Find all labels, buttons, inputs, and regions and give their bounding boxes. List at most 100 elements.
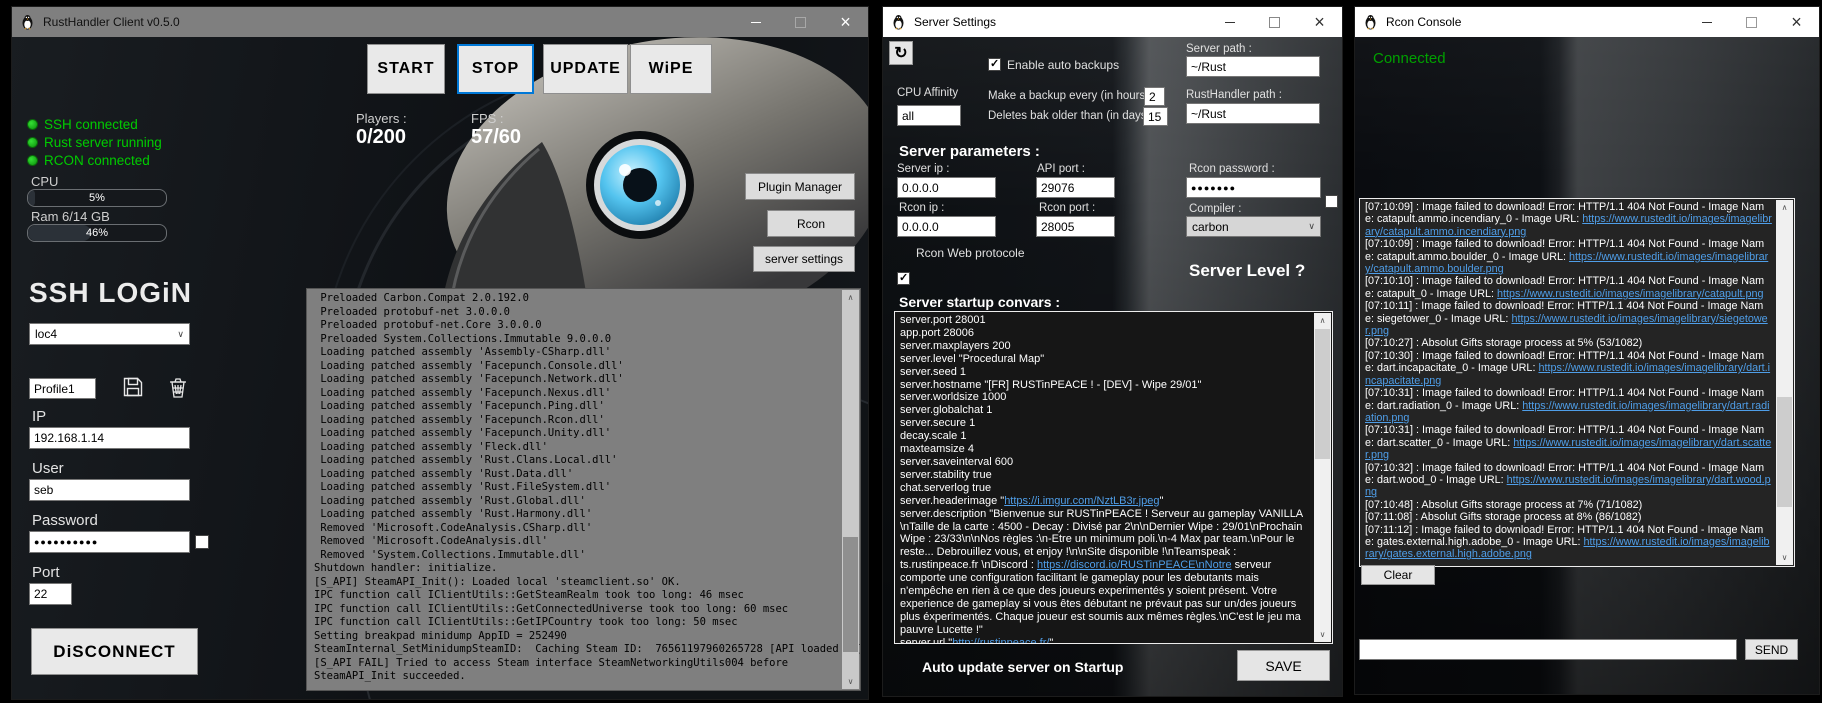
- log-entry: [07:10:31] : Image failed to download! E…: [1365, 424, 1772, 462]
- ip-field[interactable]: [29, 427, 190, 449]
- cpu-label: CPU: [31, 174, 59, 189]
- client-console[interactable]: Preloaded Carbon.Compat 2.0.192.0 Preloa…: [306, 288, 861, 691]
- rcon-ip-label: Rcon ip :: [899, 202, 945, 214]
- api-port-label: API port :: [1037, 163, 1085, 175]
- log-entry: [07:10:48] : Absolut Gifts storage proce…: [1365, 498, 1643, 511]
- log-entry: [07:10:11] : Image failed to download! E…: [1365, 300, 1768, 338]
- minimize-button[interactable]: [1207, 7, 1252, 37]
- user-field[interactable]: [29, 479, 190, 501]
- scroll-up-icon[interactable]: ∧: [1314, 313, 1331, 328]
- inline-link[interactable]: https://discord.io/RUSTinPEACE\nNotre: [1037, 559, 1232, 571]
- auto-update-startup-label: Auto update server on Startup: [922, 659, 1124, 675]
- scroll-down-icon[interactable]: ∨: [842, 674, 859, 689]
- rcon-log-scrollbar[interactable]: ∧ ∨: [1776, 200, 1793, 565]
- log-entry: [07:10:10] : Image failed to download! E…: [1365, 275, 1765, 300]
- enable-auto-backups-checkbox[interactable]: [988, 57, 1001, 71]
- rcon-password-label: Rcon password :: [1189, 163, 1275, 175]
- rcon-web-protocol-checkbox[interactable]: [897, 271, 910, 285]
- minimize-button[interactable]: [1684, 7, 1729, 37]
- save-profile-button[interactable]: [120, 374, 146, 400]
- close-button[interactable]: ×: [1297, 7, 1342, 37]
- port-field[interactable]: [29, 583, 72, 605]
- maximize-button: [778, 7, 823, 37]
- status-ssh-connected: SSH connected: [27, 117, 138, 132]
- server-ip-field[interactable]: [897, 177, 996, 198]
- maximize-button[interactable]: [1252, 7, 1297, 37]
- ram-label: Ram 6/14 GB: [31, 209, 110, 224]
- convars-text: server.port 28001 app.port 28006 server.…: [895, 312, 1332, 643]
- close-button[interactable]: ×: [823, 7, 868, 37]
- refresh-button[interactable]: ↻: [889, 41, 913, 65]
- status-dot-icon: [27, 119, 38, 130]
- show-password-checkbox[interactable]: [195, 535, 209, 549]
- save-button[interactable]: SAVE: [1237, 650, 1330, 681]
- password-label: Password: [32, 512, 98, 529]
- fps-value: 57/60: [471, 126, 522, 148]
- penguin-icon: [22, 15, 33, 30]
- scroll-down-icon[interactable]: ∨: [1314, 627, 1331, 642]
- rcon-log[interactable]: [07:10:09] : Image failed to download! E…: [1359, 198, 1795, 567]
- server-settings-button[interactable]: server settings: [753, 246, 855, 272]
- stop-button[interactable]: STOP: [457, 44, 534, 94]
- inline-link[interactable]: https://www.rustedit.io/images/imagelibr…: [1497, 288, 1763, 300]
- log-entry: [07:10:09] : Image failed to download! E…: [1365, 238, 1769, 276]
- disconnect-button[interactable]: DiSCONNECT: [31, 628, 198, 675]
- players-label: Players :: [356, 111, 407, 126]
- rcon-password-field[interactable]: [1186, 177, 1321, 198]
- startup-convars-heading: Server startup convars :: [899, 294, 1061, 310]
- ram-progress-text: 46%: [85, 227, 109, 239]
- rcon-command-input[interactable]: [1359, 639, 1737, 660]
- scroll-down-icon[interactable]: ∨: [1776, 550, 1793, 565]
- inline-link[interactable]: https://i.imgur.com/NztLB3r.jpeg: [1004, 495, 1159, 507]
- update-button[interactable]: UPDATE: [543, 44, 628, 94]
- status-rust-server-running: Rust server running: [27, 135, 162, 150]
- console-scrollbar[interactable]: ∧ ∨: [842, 290, 859, 689]
- titlebar[interactable]: Rcon Console ×: [1355, 7, 1819, 37]
- send-button[interactable]: SEND: [1745, 639, 1798, 660]
- delete-profile-button[interactable]: [165, 374, 191, 400]
- api-port-field[interactable]: [1036, 177, 1115, 198]
- log-entry: [07:10:27] : Absolut Gifts storage proce…: [1365, 337, 1643, 350]
- log-entry: [07:11:08] : Absolut Gifts storage proce…: [1365, 511, 1642, 524]
- titlebar[interactable]: Server Settings ×: [883, 7, 1342, 37]
- minimize-button[interactable]: [733, 7, 778, 37]
- window-rcon-console: Rcon Console × Connected [07:10:09] : Im…: [1354, 6, 1820, 695]
- convars-scrollbar[interactable]: ∧ ∨: [1314, 313, 1331, 642]
- compiler-dropdown[interactable]: carbon ∨: [1186, 216, 1321, 237]
- server-parameters-heading: Server parameters :: [899, 143, 1040, 160]
- close-button[interactable]: ×: [1774, 7, 1819, 37]
- maximize-button[interactable]: [1729, 7, 1774, 37]
- status-dot-icon: [27, 137, 38, 148]
- window-title: Rcon Console: [1386, 15, 1462, 29]
- rcon-port-field[interactable]: [1036, 216, 1115, 237]
- ssh-profile-dropdown-value: loc4: [35, 327, 58, 341]
- show-rcon-password-checkbox[interactable]: [1325, 195, 1338, 208]
- desktop: RustHandler Client v0.5.0 × START STOP U…: [0, 0, 1822, 703]
- backup-every-field[interactable]: [1144, 87, 1165, 106]
- password-field[interactable]: [29, 531, 190, 553]
- ip-label: IP: [32, 408, 47, 425]
- cpu-affinity-field[interactable]: [897, 105, 961, 126]
- rcon-connection-status: Connected: [1373, 50, 1446, 67]
- players-value: 0/200: [356, 126, 407, 148]
- rcon-button[interactable]: Rcon: [767, 210, 855, 237]
- start-button[interactable]: START: [367, 44, 445, 94]
- profile-name-field[interactable]: [29, 378, 96, 399]
- inline-link[interactable]: http://rustinpeace.fr/: [952, 637, 1049, 643]
- startup-convars-editor[interactable]: server.port 28001 app.port 28006 server.…: [894, 311, 1333, 644]
- clear-button[interactable]: Clear: [1361, 565, 1435, 585]
- plugin-manager-button[interactable]: Plugin Manager: [745, 173, 855, 200]
- delete-bak-field[interactable]: [1143, 107, 1168, 126]
- wipe-button[interactable]: WiPE: [630, 44, 712, 94]
- status-dot-icon: [27, 155, 38, 166]
- server-path-field[interactable]: [1186, 56, 1320, 77]
- ssh-profile-dropdown[interactable]: loc4 ∨: [29, 323, 190, 345]
- server-path-label: Server path :: [1186, 43, 1252, 55]
- titlebar[interactable]: RustHandler Client v0.5.0 ×: [12, 7, 868, 37]
- window-title: Server Settings: [914, 15, 997, 29]
- fps-label: FPS :: [471, 111, 504, 126]
- scroll-up-icon[interactable]: ∧: [1776, 200, 1793, 215]
- scroll-up-icon[interactable]: ∧: [842, 290, 859, 305]
- rusthandler-path-field[interactable]: [1186, 103, 1320, 124]
- rcon-ip-field[interactable]: [897, 216, 996, 237]
